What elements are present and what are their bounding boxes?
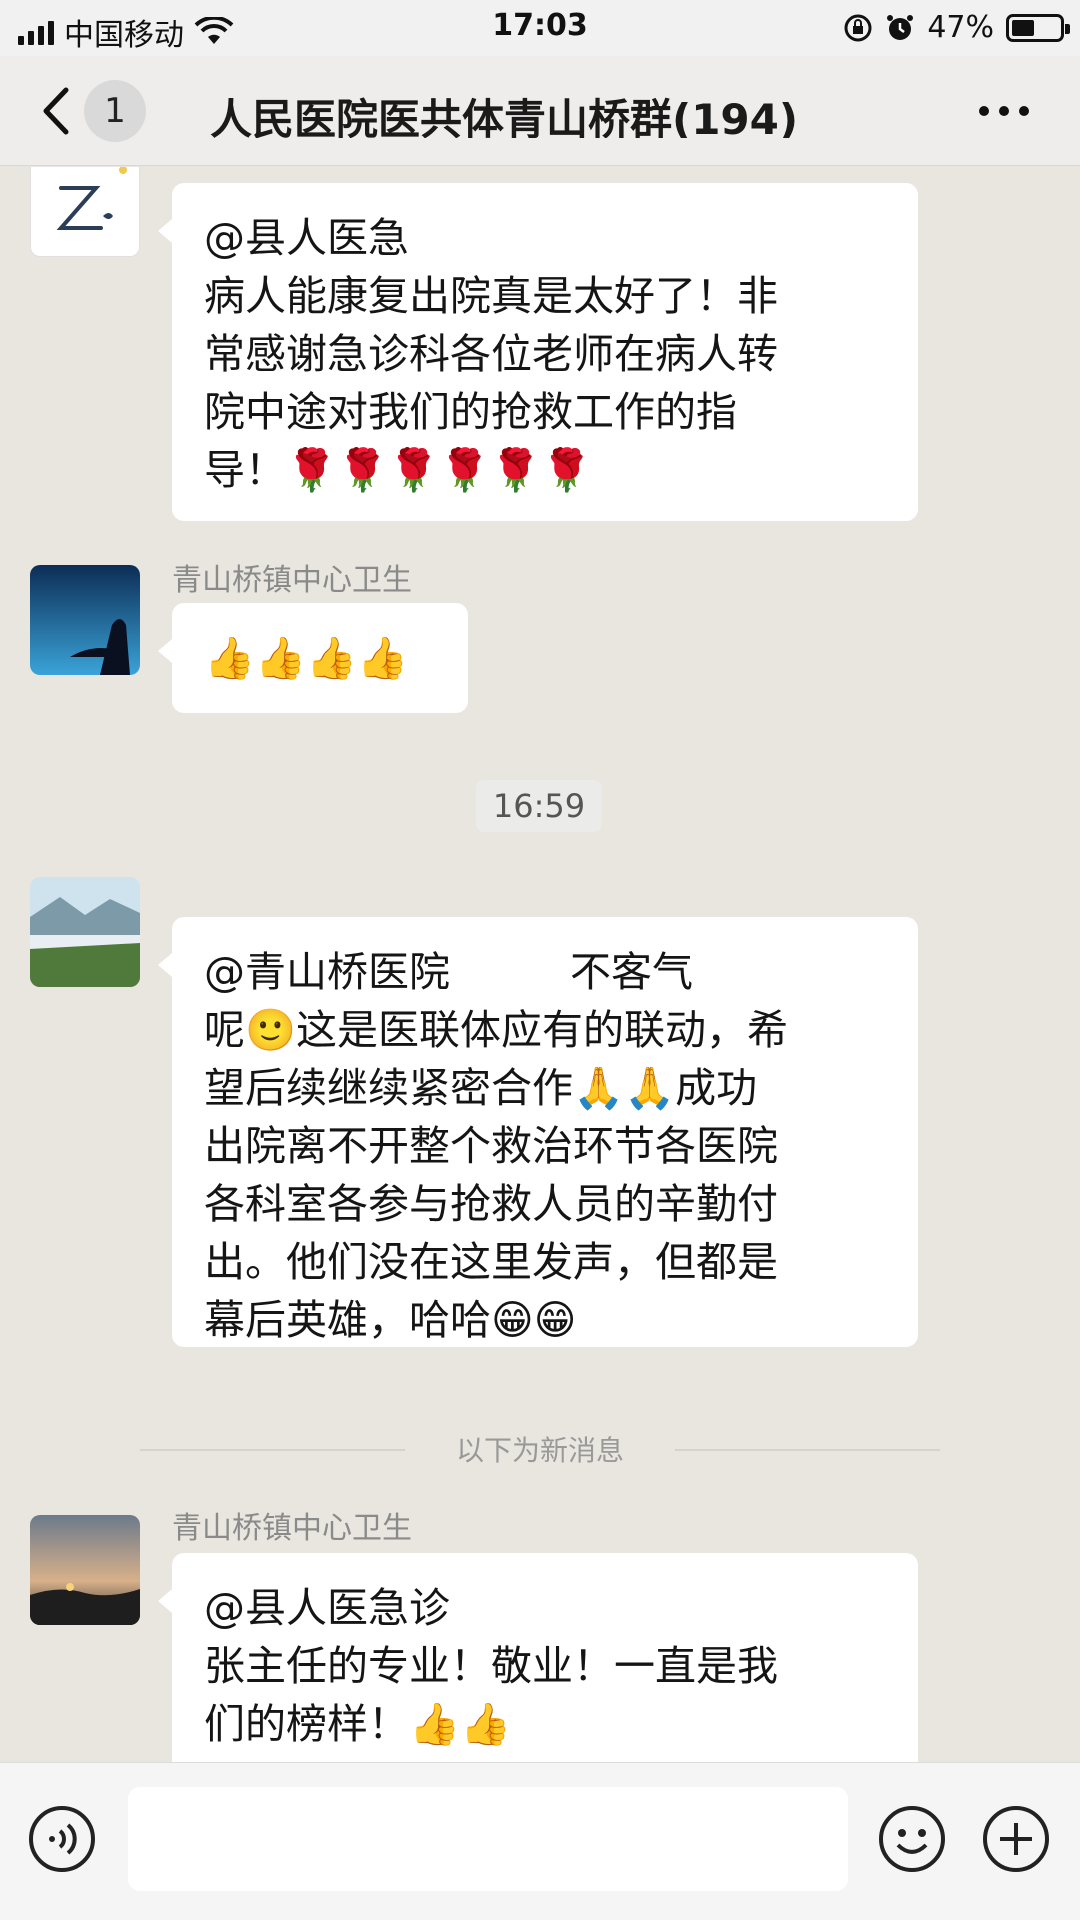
voice-icon[interactable] [28, 1805, 96, 1873]
message-line: 张主任的专业！敬业！一直是我 [204, 1642, 778, 1690]
new-messages-label: 以下为新消息 [405, 1429, 675, 1471]
sender-name: 青山桥镇中心卫生 [172, 563, 412, 598]
emoji-icon[interactable] [878, 1805, 946, 1873]
battery-level [1012, 19, 1034, 36]
chevron-left-icon[interactable] [36, 84, 76, 138]
status-right: 47% [843, 10, 1070, 45]
unread-count-badge[interactable]: 1 [84, 80, 146, 142]
message-line: 望后续继续紧密合作🙏🙏成功 [204, 1064, 758, 1112]
time-divider: 16:59 [476, 780, 602, 832]
mention-text: @县人医急 [204, 214, 409, 262]
orientation-lock-icon [844, 14, 872, 41]
chat-area[interactable]: @县人医急 病人能康复出院真是太好了！非 常感谢急诊科各位老师在病人转 院中途对… [0, 167, 1080, 1762]
message-bubble[interactable]: @县人医急 病人能康复出院真是太好了！非 常感谢急诊科各位老师在病人转 院中途对… [158, 183, 918, 521]
alarm-icon [887, 14, 914, 40]
message-line: 出。他们没在这里发声，但都是 [204, 1238, 778, 1286]
sender-name: 青山桥镇中心卫生 [172, 1511, 412, 1546]
mention-text: @青山桥医院 [204, 948, 450, 996]
avatar-mountain-landscape[interactable] [30, 877, 140, 987]
message-line: 常感谢急诊科各位老师在病人转 [204, 330, 778, 378]
input-bar [0, 1762, 1080, 1920]
chat-title: 人民医院医共体青山桥群(194) [210, 95, 799, 138]
mention-text: @县人医急诊 [204, 1584, 450, 1632]
message-bubble[interactable]: @县人医急诊 张主任的专业！敬业！一直是我 们的榜样！👍👍 [158, 1553, 918, 1762]
message-line: 院中途对我们的抢救工作的指 [204, 388, 737, 436]
message-bubble[interactable]: 👍👍👍👍 [158, 603, 468, 713]
message-line: 各科室各参与抢救人员的辛勤付 [204, 1180, 778, 1228]
avatar-z-letter[interactable] [30, 167, 140, 257]
message-line: @青山桥医院 不客气 [204, 943, 886, 1001]
message-line: 幕后英雄，哈哈😁😁 [204, 1296, 577, 1344]
message-line: 出院离不开整个救治环节各医院 [204, 1122, 778, 1170]
message-input[interactable] [128, 1787, 848, 1891]
avatar-night-silhouette[interactable] [30, 565, 140, 675]
message-line: 们的榜样！👍👍 [204, 1700, 512, 1748]
message-line: 导！🌹🌹🌹🌹🌹🌹 [204, 446, 593, 494]
message-line: 👍👍👍👍 [204, 634, 409, 682]
avatar-sunset[interactable] [30, 1515, 140, 1625]
message-bubble[interactable]: @青山桥医院 不客气 呢🙂这是医联体应有的联动，希 望后续继续紧密合作🙏🙏成功 出… [158, 917, 918, 1347]
battery-icon [1006, 13, 1070, 42]
battery-percent: 47% [927, 10, 994, 45]
more-dots-icon[interactable] [976, 96, 1032, 126]
message-text: 不客气 [570, 948, 693, 996]
status-bar: 中国移动 17:03 47% [0, 0, 1080, 56]
nav-bar: 1 人民医院医共体青山桥群(194) [0, 56, 1080, 166]
message-line: 病人能康复出院真是太好了！非 [204, 272, 778, 320]
message-line: 呢🙂这是医联体应有的联动，希 [204, 1006, 789, 1054]
add-icon[interactable] [982, 1805, 1050, 1873]
